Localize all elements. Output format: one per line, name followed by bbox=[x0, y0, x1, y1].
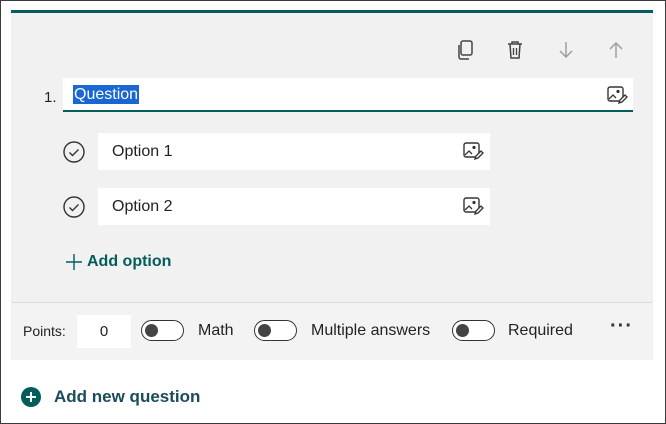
question-card: 1. Question Option 1 Option 2 Add option… bbox=[11, 10, 653, 360]
plus-icon bbox=[65, 253, 83, 271]
option-label-2: Option 2 bbox=[112, 198, 173, 215]
more-options-icon[interactable]: ··· bbox=[610, 315, 633, 338]
delete-icon[interactable] bbox=[502, 37, 528, 63]
option-label-1: Option 1 bbox=[112, 143, 173, 160]
math-label: Math bbox=[198, 322, 234, 339]
points-label: Points: bbox=[23, 323, 66, 339]
add-option-button[interactable]: Add option bbox=[65, 253, 171, 271]
insert-image-icon[interactable] bbox=[462, 195, 484, 217]
copy-icon[interactable] bbox=[452, 37, 478, 63]
multiple-answers-label: Multiple answers bbox=[311, 322, 431, 339]
option-check-icon[interactable] bbox=[63, 141, 85, 163]
insert-image-icon[interactable] bbox=[462, 140, 484, 162]
question-number: 1. bbox=[44, 89, 57, 106]
question-input[interactable]: Question bbox=[63, 78, 633, 112]
multiple-answers-toggle[interactable] bbox=[254, 320, 297, 341]
add-new-question-label: Add new question bbox=[54, 387, 201, 406]
option-input-1[interactable]: Option 1 bbox=[98, 133, 490, 170]
add-new-question-button[interactable]: Add new question bbox=[21, 387, 200, 407]
toggle-knob bbox=[145, 323, 158, 337]
points-input[interactable]: 0 bbox=[77, 315, 131, 348]
move-up-icon[interactable] bbox=[603, 37, 629, 63]
insert-image-icon[interactable] bbox=[606, 84, 628, 106]
add-option-label: Add option bbox=[87, 253, 172, 270]
option-check-icon[interactable] bbox=[63, 196, 85, 218]
option-input-2[interactable]: Option 2 bbox=[98, 188, 490, 225]
question-text[interactable]: Question bbox=[73, 85, 140, 104]
add-circle-icon bbox=[21, 387, 41, 407]
toggle-knob bbox=[258, 323, 271, 337]
math-toggle[interactable] bbox=[141, 320, 184, 341]
toggle-knob bbox=[456, 323, 469, 337]
move-down-icon[interactable] bbox=[553, 37, 579, 63]
required-toggle[interactable] bbox=[452, 320, 495, 341]
required-label: Required bbox=[508, 322, 573, 339]
question-settings-bar: Points: 0 Math Multiple answers Required… bbox=[11, 302, 653, 360]
